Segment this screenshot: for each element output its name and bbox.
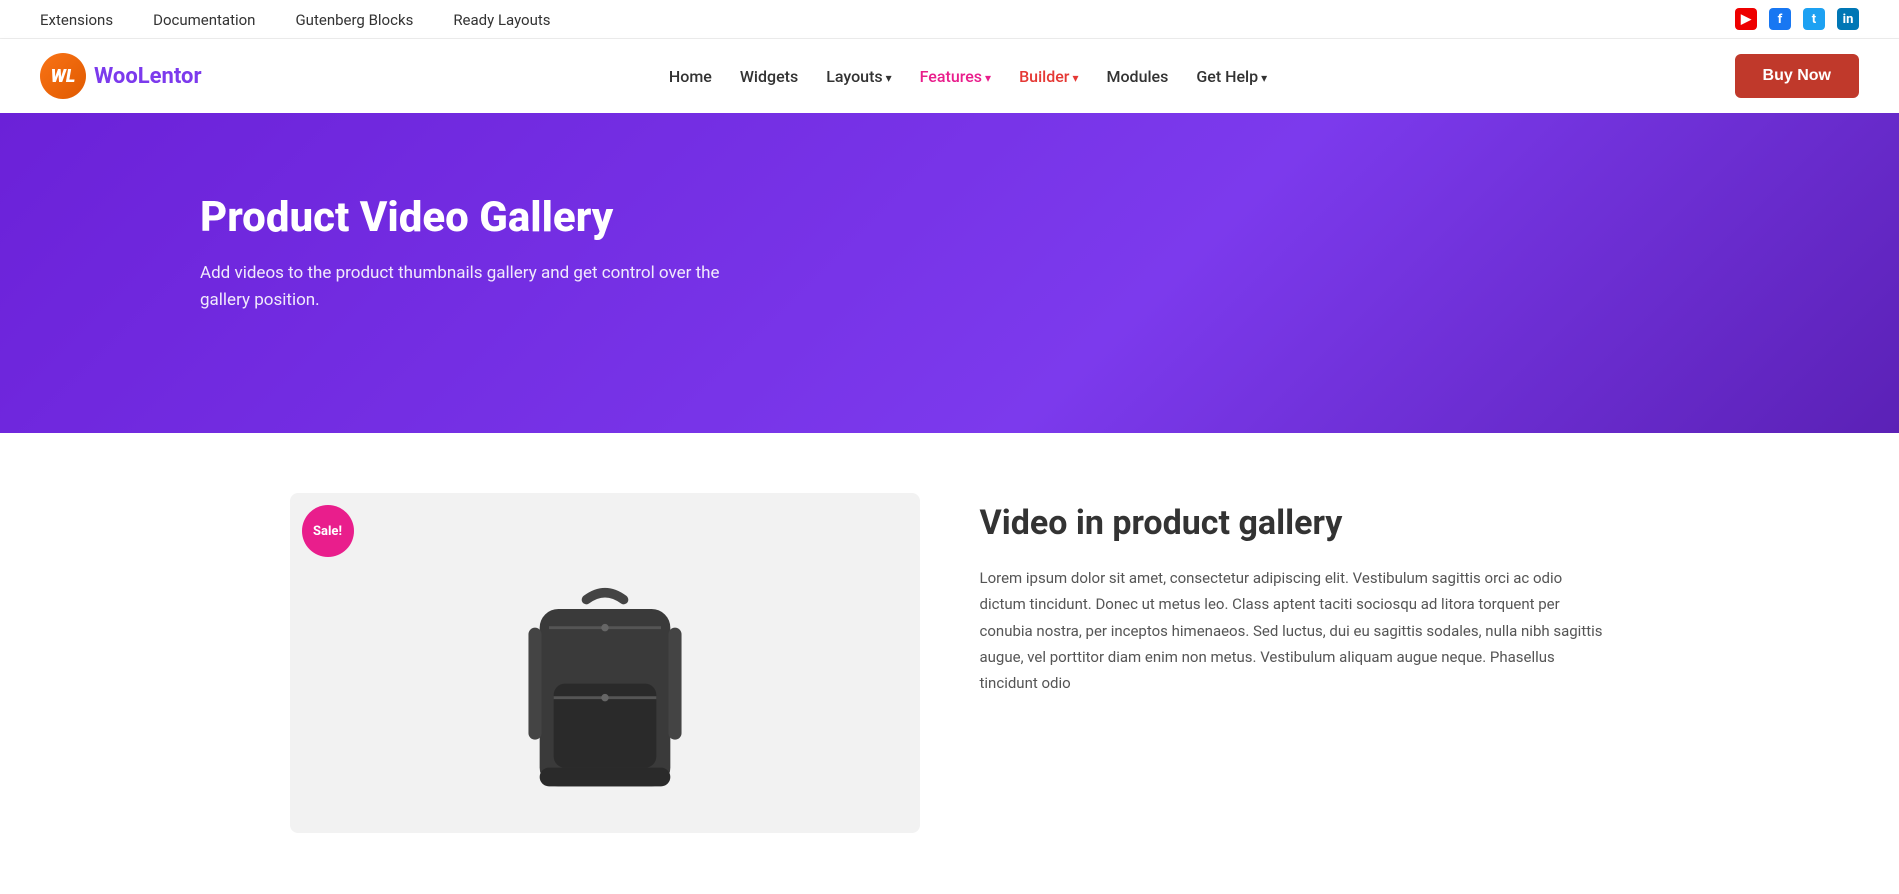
linkedin-icon[interactable]: in [1837, 8, 1859, 30]
nav-widgets[interactable]: Widgets [740, 67, 798, 86]
logo-woo: Woo [94, 64, 138, 89]
logo-text: WooLentor [94, 64, 202, 89]
logo-icon: WL [40, 53, 86, 99]
backpack-illustration [475, 553, 735, 833]
content-section: Sale! [250, 433, 1650, 893]
nav-features[interactable]: Features [920, 67, 991, 86]
product-image [290, 493, 920, 833]
logo-lentor: Lentor [138, 64, 202, 89]
nav-layouts[interactable]: Layouts [826, 67, 891, 86]
gutenberg-blocks-link[interactable]: Gutenberg Blocks [295, 11, 413, 29]
hero-title: Product Video Gallery [200, 193, 800, 242]
top-nav-item[interactable]: Documentation [153, 10, 255, 29]
social-icons: ▶ f t in [1735, 8, 1859, 30]
hero-banner: Product Video Gallery Add videos to the … [0, 113, 1899, 433]
home-link[interactable]: Home [669, 67, 712, 86]
top-nav: Extensions Documentation Gutenberg Block… [40, 10, 551, 29]
facebook-icon[interactable]: f [1769, 8, 1791, 30]
main-header: WL WooLentor Home Widgets Layouts Featur… [0, 39, 1899, 113]
layouts-link[interactable]: Layouts [826, 67, 891, 86]
ready-layouts-link[interactable]: Ready Layouts [453, 11, 550, 29]
product-info: Video in product gallery Lorem ipsum dol… [980, 493, 1610, 696]
top-nav-item[interactable]: Gutenberg Blocks [295, 10, 413, 29]
nav-builder[interactable]: Builder [1019, 67, 1078, 86]
logo-initials: WL [51, 66, 76, 87]
extensions-link[interactable]: Extensions [40, 11, 113, 29]
buy-now-button[interactable]: Buy Now [1735, 54, 1859, 98]
product-info-text: Lorem ipsum dolor sit amet, consectetur … [980, 565, 1610, 696]
product-info-title: Video in product gallery [980, 503, 1610, 543]
product-gallery: Sale! [290, 493, 920, 833]
hero-subtitle: Add videos to the product thumbnails gal… [200, 260, 750, 314]
modules-link[interactable]: Modules [1106, 67, 1168, 86]
nav-home[interactable]: Home [669, 67, 712, 86]
get-help-link[interactable]: Get Help [1196, 67, 1267, 86]
features-link[interactable]: Features [920, 67, 991, 86]
sale-badge: Sale! [302, 505, 354, 557]
nav-modules[interactable]: Modules [1106, 67, 1168, 86]
documentation-link[interactable]: Documentation [153, 11, 255, 29]
logo[interactable]: WL WooLentor [40, 53, 202, 99]
twitter-icon[interactable]: t [1803, 8, 1825, 30]
builder-link[interactable]: Builder [1019, 67, 1078, 86]
top-nav-item[interactable]: Extensions [40, 10, 113, 29]
widgets-link[interactable]: Widgets [740, 67, 798, 86]
top-nav-item[interactable]: Ready Layouts [453, 10, 550, 29]
nav-get-help[interactable]: Get Help [1196, 67, 1267, 86]
youtube-icon[interactable]: ▶ [1735, 8, 1757, 30]
top-bar: Extensions Documentation Gutenberg Block… [0, 0, 1899, 39]
main-nav: Home Widgets Layouts Features Builder Mo… [669, 67, 1267, 86]
